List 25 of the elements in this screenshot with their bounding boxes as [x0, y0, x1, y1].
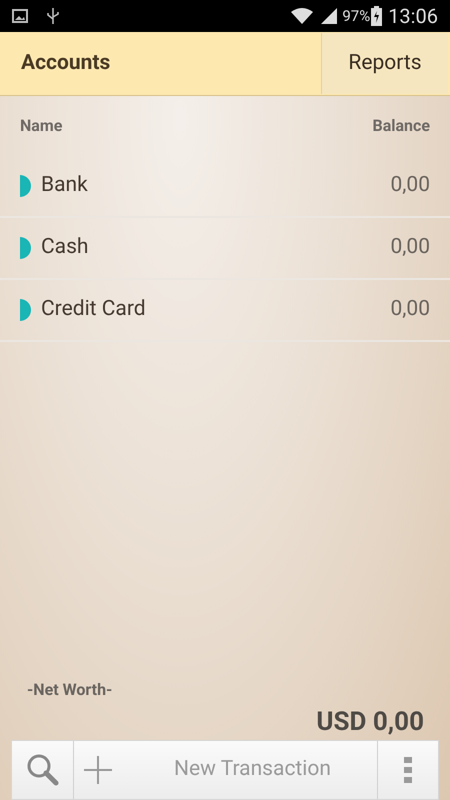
- column-header: Balance: [372, 115, 430, 137]
- picture-icon: [12, 8, 28, 24]
- signal-icon: [320, 7, 338, 25]
- usb-icon: [46, 7, 60, 25]
- overflow-menu-icon: [404, 757, 412, 783]
- net-worth-value: USD 0,00: [316, 706, 424, 738]
- search-icon: [26, 753, 60, 787]
- net-worth-label: -Net Worth-: [27, 679, 114, 701]
- tab[interactable]: Reports: [321, 33, 448, 94]
- clock: 13:06: [388, 3, 438, 30]
- account-name: Bank: [41, 172, 89, 200]
- account-balance: 0,00: [390, 172, 430, 200]
- battery-percent: 97%: [342, 6, 370, 27]
- wifi-icon: [290, 7, 314, 25]
- account-row[interactable]: Bank 0,00: [0, 156, 450, 218]
- account-row[interactable]: Cash 0,00: [0, 218, 450, 280]
- tab[interactable]: Accounts: [0, 32, 321, 95]
- plus-icon: [84, 756, 112, 784]
- account-balance: 0,00: [390, 234, 430, 262]
- account-name: Cash: [41, 234, 90, 262]
- battery-icon: [371, 6, 382, 26]
- column-header: Name: [20, 115, 62, 137]
- account-name: Credit Card: [41, 296, 147, 324]
- account-balance: 0,00: [390, 296, 430, 324]
- account-row[interactable]: Credit Card 0,00: [0, 280, 450, 342]
